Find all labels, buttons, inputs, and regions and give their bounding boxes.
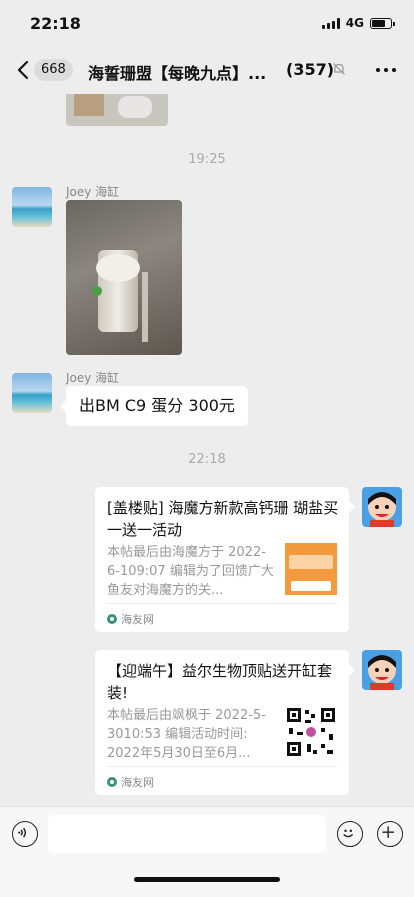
chat-header: 668 海誓珊盟【每晚九点】... (357)	[0, 46, 414, 94]
battery-icon	[370, 17, 395, 29]
avatar[interactable]	[12, 187, 52, 227]
home-indicator[interactable]	[134, 877, 280, 882]
unread-count-badge[interactable]: 668	[34, 59, 73, 81]
timestamp: 19:25	[188, 152, 226, 167]
timestamp: 22:18	[188, 452, 226, 467]
emoji-icon[interactable]	[337, 821, 363, 847]
sender-name: Joey 海缸	[66, 185, 120, 199]
card-title: 【迎端午】益尔生物顶贴送开缸套装!	[107, 662, 333, 702]
card-description: 本帖最后由飒枫于 2022-5-3010:53 编辑活动时间: 2022年5月3…	[107, 708, 266, 761]
link-card[interactable]: [盖楼贴] 海魔方新款高钙珊 瑚盐买一送一活动 本帖最后由海魔方于 2022-6…	[95, 487, 355, 632]
plus-icon[interactable]	[377, 821, 403, 847]
card-source: 海友网	[107, 774, 154, 790]
signal-icon	[321, 17, 340, 29]
my-avatar[interactable]	[362, 487, 402, 527]
text-message[interactable]: 出BM C9 蛋分 300元	[60, 386, 248, 426]
my-avatar[interactable]	[362, 650, 402, 690]
link-card[interactable]: 【迎端午】益尔生物顶贴送开缸套装! 本帖最后由飒枫于 2022-5-3010:5…	[95, 650, 355, 795]
back-chevron-icon[interactable]	[12, 58, 36, 82]
sender-name: Joey 海缸	[66, 371, 120, 385]
previous-image-message[interactable]	[66, 94, 168, 126]
member-count: (357)	[286, 60, 335, 79]
network-type: 4G	[345, 16, 364, 30]
qr-code-thumbnail	[285, 706, 337, 758]
mute-bell-icon	[333, 63, 345, 75]
message-input[interactable]	[48, 815, 326, 853]
status-bar: 22:18 4G	[0, 0, 414, 46]
image-message[interactable]	[66, 200, 182, 355]
source-logo-icon	[107, 777, 117, 787]
more-dots-icon[interactable]	[376, 68, 396, 72]
card-source: 海友网	[107, 611, 154, 627]
card-description: 本帖最后由海魔方于 2022-6-109:07 编辑为了回馈广大鱼友对海魔方的关…	[107, 545, 274, 598]
status-time: 22:18	[30, 14, 81, 33]
card-title: [盖楼贴] 海魔方新款高钙珊 瑚盐买一送一活动	[107, 499, 339, 539]
card-thumbnail	[285, 543, 337, 595]
source-logo-icon	[107, 614, 117, 624]
avatar[interactable]	[12, 373, 52, 413]
voice-icon[interactable]	[12, 821, 38, 847]
input-bar	[0, 806, 414, 897]
